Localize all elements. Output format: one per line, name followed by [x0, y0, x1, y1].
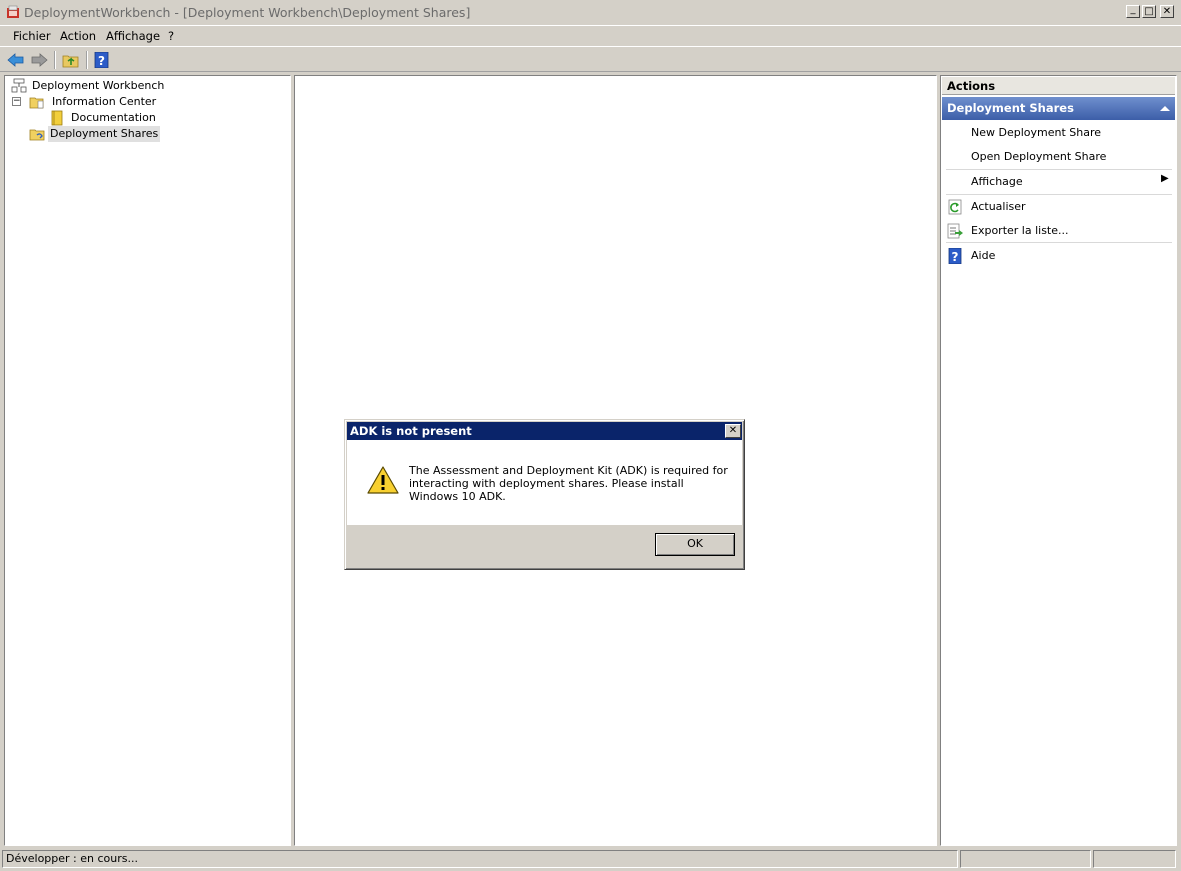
menu-bar: Fichier Action Affichage ? — [0, 26, 1181, 46]
tree-item-label: Information Center — [52, 95, 157, 108]
menu-action[interactable]: Action — [60, 29, 96, 43]
actions-section-deployment-shares[interactable]: Deployment Shares — [942, 97, 1175, 120]
action-new-deployment-share[interactable]: New Deployment Share — [971, 126, 1101, 139]
tree-item-label: Documentation — [71, 111, 156, 124]
status-bar: Développer : en cours... — [0, 848, 1181, 871]
submenu-arrow-icon: ▶ — [1161, 173, 1169, 184]
svg-text:?: ? — [98, 54, 105, 68]
dialog-title-bar[interactable]: ADK is not present — [347, 422, 742, 440]
forward-arrow-icon[interactable] — [30, 52, 48, 68]
close-button[interactable]: ✕ — [1160, 5, 1174, 18]
export-list-icon — [947, 223, 963, 239]
action-actualiser[interactable]: Actualiser — [971, 200, 1026, 213]
workbench-icon — [11, 78, 27, 93]
actions-header: Actions — [942, 77, 1175, 95]
dialog-message: The Assessment and Deployment Kit (ADK) … — [409, 464, 728, 503]
svg-text:?: ? — [952, 250, 959, 264]
minimize-icon: _ — [1130, 3, 1136, 15]
actions-separator — [946, 242, 1172, 243]
collapse-toggle[interactable]: − — [12, 97, 21, 106]
close-icon: ✕ — [1162, 5, 1172, 17]
tree-item-label: Deployment Workbench — [32, 79, 165, 92]
maximize-icon: □ — [1144, 5, 1154, 17]
action-aide[interactable]: Aide — [971, 249, 995, 262]
navigation-tree[interactable]: Deployment Workbench − Information Cente… — [4, 75, 291, 846]
action-exporter-la-liste[interactable]: Exporter la liste... — [971, 224, 1069, 237]
toolbar: ? — [0, 46, 1181, 72]
back-arrow-icon[interactable] — [7, 52, 25, 68]
book-icon — [51, 110, 63, 126]
tree-item-deployment-shares[interactable]: Deployment Shares — [9, 126, 209, 142]
section-title: Deployment Shares — [947, 101, 1074, 115]
actions-separator — [946, 169, 1172, 170]
refresh-icon — [948, 199, 962, 215]
status-cell-3 — [1093, 850, 1176, 868]
toolbar-separator — [86, 51, 88, 69]
action-open-deployment-share[interactable]: Open Deployment Share — [971, 150, 1106, 163]
actions-separator — [946, 194, 1172, 195]
adk-warning-dialog: ADK is not present ✕ The Assessment and … — [344, 419, 745, 570]
ok-button[interactable]: OK — [655, 533, 735, 556]
up-folder-icon[interactable] — [62, 52, 80, 68]
help-icon[interactable]: ? — [93, 52, 111, 68]
action-affichage[interactable]: Affichage — [971, 175, 1023, 188]
app-icon — [7, 5, 19, 18]
dialog-title: ADK is not present — [350, 424, 472, 438]
close-icon: ✕ — [728, 425, 738, 436]
dialog-close-button[interactable]: ✕ — [725, 424, 741, 438]
maximize-button[interactable]: □ — [1142, 5, 1156, 18]
collapse-up-icon[interactable] — [1160, 105, 1170, 112]
status-cell-2 — [960, 850, 1091, 868]
menu-help[interactable]: ? — [168, 29, 174, 43]
toolbar-separator — [54, 51, 56, 69]
menu-affichage[interactable]: Affichage — [106, 29, 160, 43]
warning-icon — [367, 466, 399, 494]
help-icon: ? — [948, 248, 962, 264]
minimize-button[interactable]: _ — [1126, 3, 1140, 18]
tree-item-label: Deployment Shares — [48, 126, 161, 142]
window-title-bar[interactable]: DeploymentWorkbench - [Deployment Workbe… — [0, 0, 1181, 26]
window-title: DeploymentWorkbench - [Deployment Workbe… — [24, 5, 471, 20]
actions-pane: Actions Deployment Shares New Deployment… — [940, 75, 1177, 846]
tree-item-deployment-workbench[interactable]: Deployment Workbench — [9, 78, 209, 94]
folder-icon — [29, 97, 44, 109]
dialog-body: The Assessment and Deployment Kit (ADK) … — [347, 440, 742, 525]
menu-fichier[interactable]: Fichier — [13, 29, 51, 43]
tree-item-documentation[interactable]: Documentation — [9, 110, 209, 126]
tree-item-information-center[interactable]: − Information Center — [9, 94, 209, 110]
shared-folder-icon — [29, 129, 45, 141]
status-text: Développer : en cours... — [2, 850, 958, 868]
